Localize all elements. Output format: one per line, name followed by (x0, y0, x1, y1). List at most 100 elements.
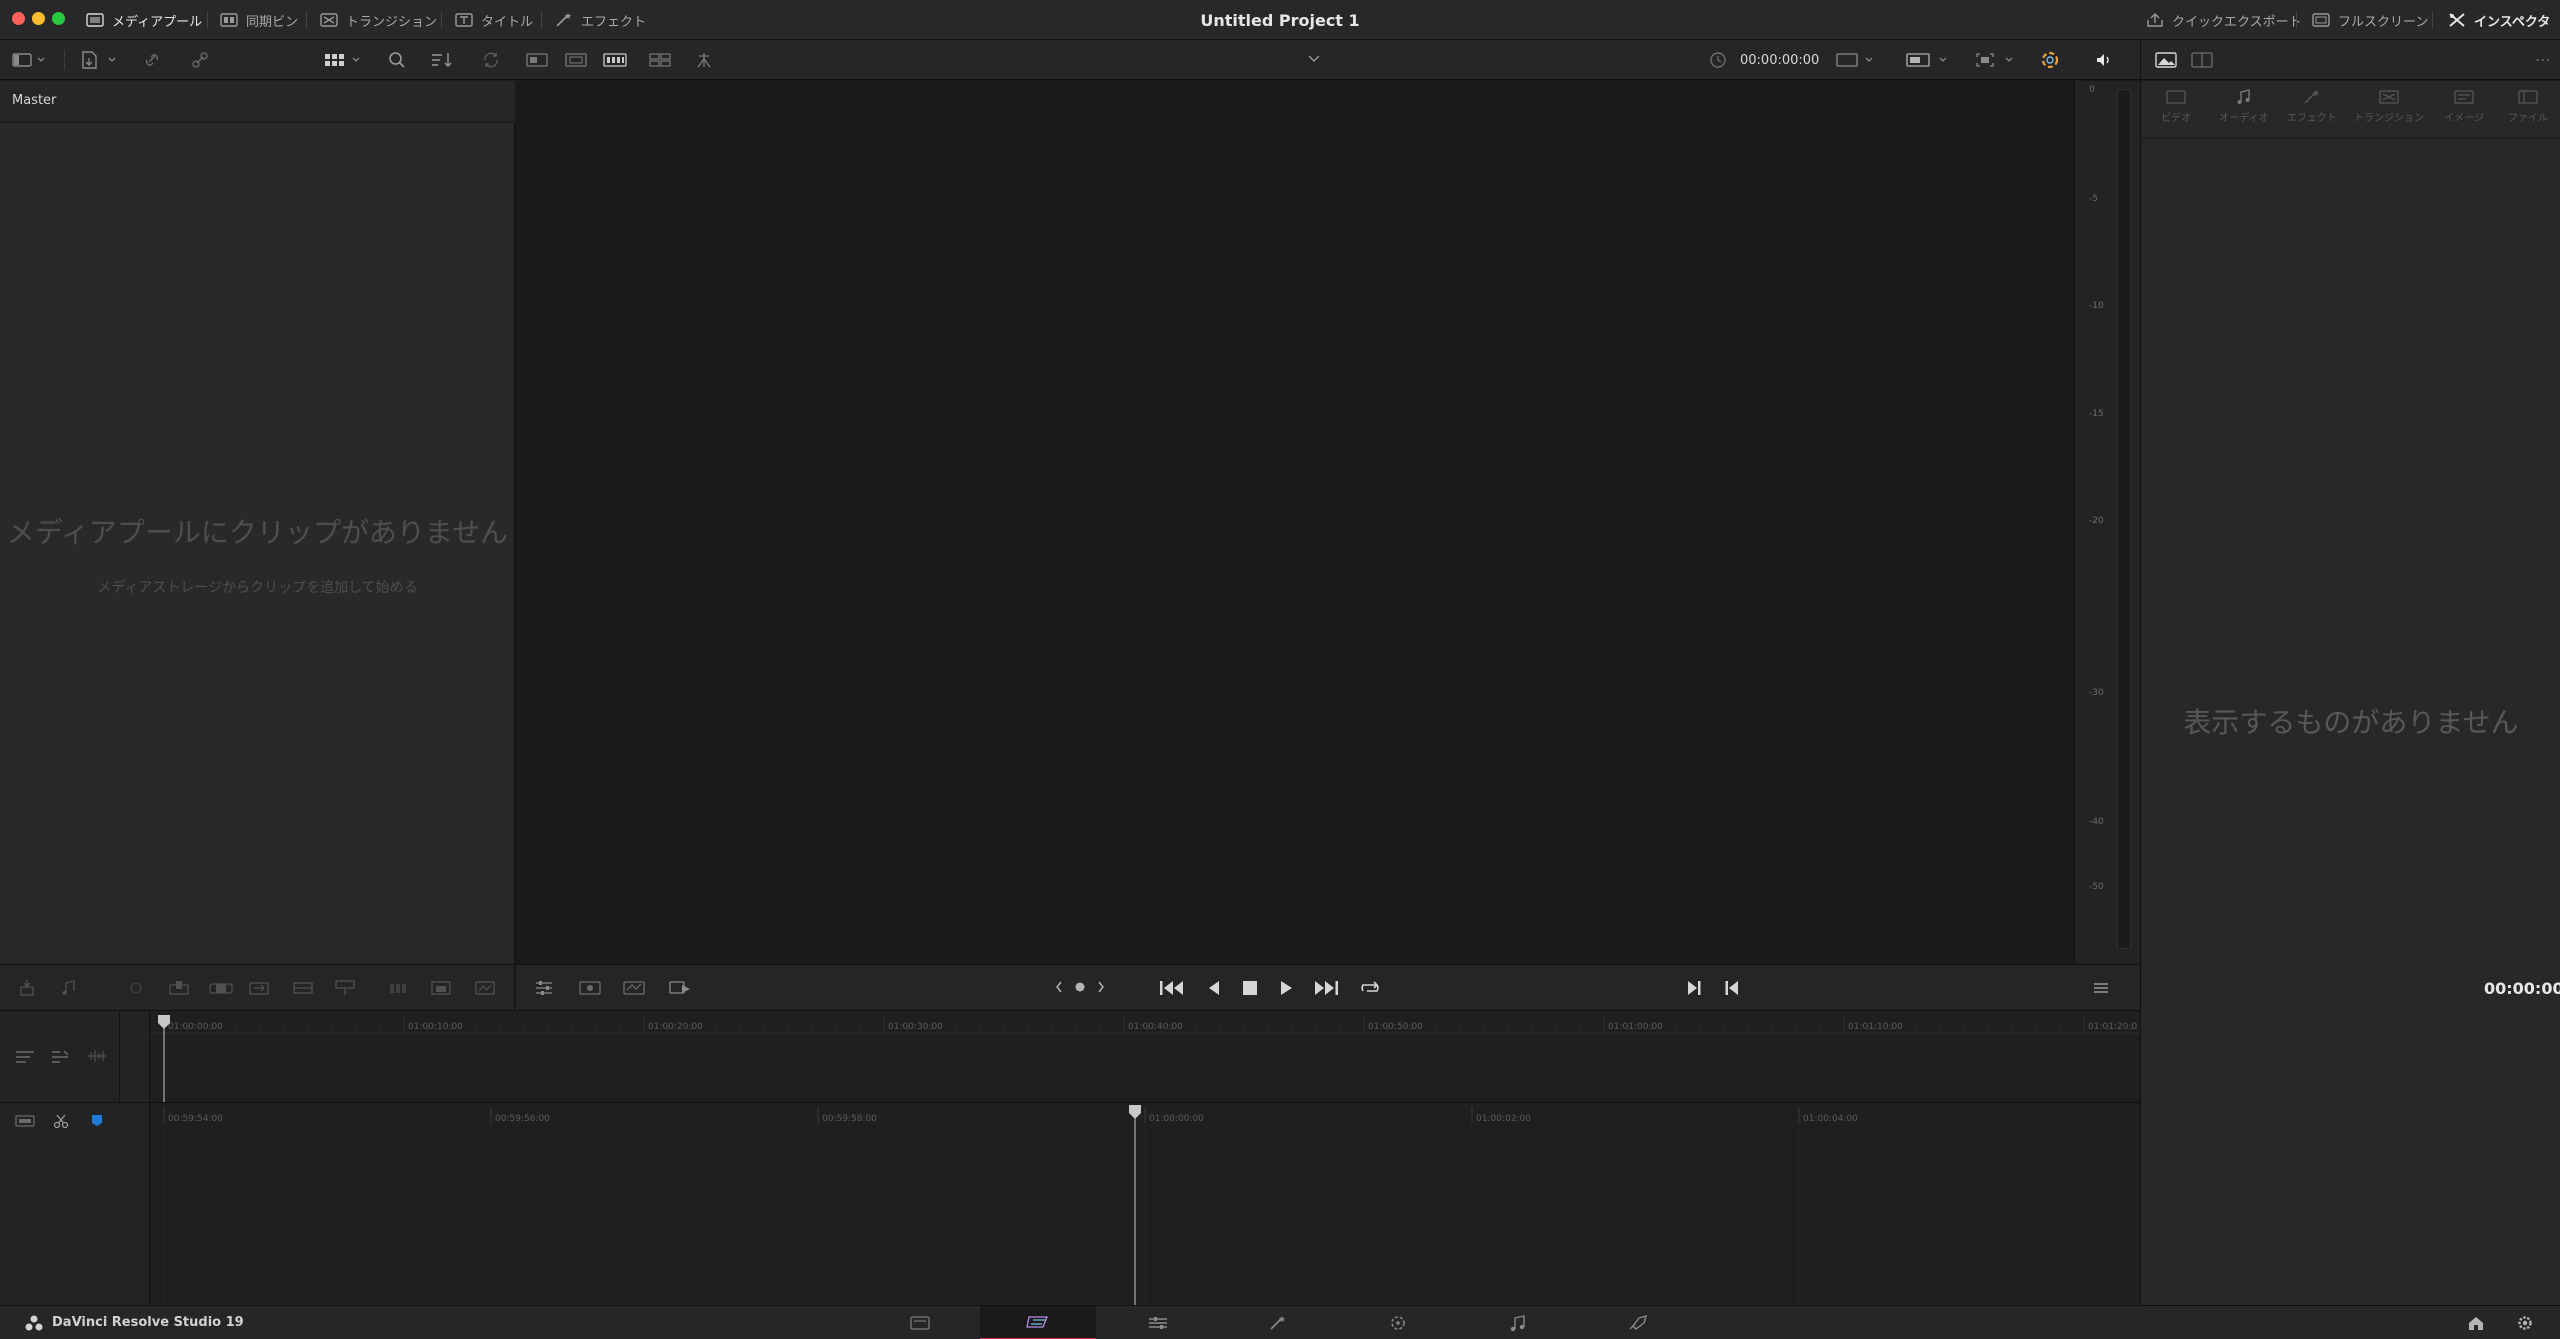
meter-label-50: -50 (2089, 882, 2104, 892)
quick-export-button[interactable]: クイックエクスポート (2146, 0, 2302, 40)
inspector-split-icon[interactable] (2191, 51, 2213, 69)
lower-timeline-ruler[interactable]: 00:59:54:00 00:59:56:00 00:59:58:00 01:00:0… (150, 1103, 2140, 1306)
mark-out-icon[interactable] (1722, 978, 1742, 998)
sync-icon[interactable] (482, 51, 500, 69)
scissors-icon[interactable] (52, 1113, 70, 1129)
divider (541, 12, 542, 28)
relink-clips-icon[interactable] (142, 51, 162, 69)
inspector-tab-effects[interactable]: エフェクト (2277, 89, 2347, 124)
play-reverse-icon[interactable] (1204, 978, 1224, 998)
speaker-icon[interactable] (2095, 52, 2113, 68)
playhead-handle[interactable] (1129, 1105, 1141, 1119)
page-fusion[interactable] (1220, 1306, 1336, 1339)
previous-marker-icon[interactable] (1054, 979, 1064, 995)
append-clip-icon[interactable] (18, 979, 36, 997)
inspector-tab-audio[interactable]: オーディオ (2209, 89, 2279, 124)
minimize-window-button[interactable] (32, 12, 45, 25)
inspector-image-icon[interactable] (2155, 51, 2177, 69)
link-clips-icon[interactable] (190, 51, 210, 69)
page-color[interactable] (1340, 1306, 1456, 1339)
play-icon[interactable] (1276, 978, 1296, 998)
import-media-icon[interactable] (80, 51, 120, 69)
lower-timeline[interactable]: 00:59:54:00 00:59:56:00 00:59:58:00 01:00:0… (150, 1102, 2140, 1306)
timeline-options-icon[interactable] (14, 1047, 36, 1065)
ripple-overwrite-icon[interactable] (388, 979, 410, 997)
marker-dot-icon[interactable] (1074, 979, 1086, 995)
grid-view-icon[interactable] (324, 52, 362, 68)
tab-effects[interactable]: エフェクト (555, 0, 646, 40)
stop-icon[interactable] (1240, 978, 1260, 998)
page-media[interactable] (862, 1306, 978, 1339)
go-to-end-icon[interactable] (1312, 978, 1340, 998)
ruler-label: 00:59:56:00 (495, 1114, 550, 1124)
sidebar-toggle-icon[interactable] (12, 52, 46, 68)
page-fairlight[interactable] (1460, 1306, 1576, 1339)
zoom-fit-icon[interactable] (50, 1047, 72, 1065)
page-edit[interactable] (1100, 1306, 1216, 1339)
multicam-icon[interactable] (648, 52, 672, 68)
tab-media-pool[interactable]: メディアプール (86, 0, 202, 40)
source-overwrite-icon[interactable] (474, 979, 496, 997)
aspect-ratio-icon[interactable] (1836, 52, 1876, 68)
audio-waveform-icon[interactable] (86, 1047, 108, 1065)
source-tape-icon[interactable] (565, 52, 587, 68)
source-clip-icon[interactable] (526, 52, 548, 68)
mark-in-icon[interactable] (1684, 978, 1704, 998)
play-preview-icon[interactable] (668, 979, 692, 997)
ruler-label: 01:00:50:00 (1368, 1022, 1423, 1032)
resolution-icon[interactable] (1906, 52, 1950, 68)
audio-append-icon[interactable] (60, 979, 78, 997)
inspector-empty-message: 表示するものがありません (2183, 706, 2519, 739)
upper-timeline[interactable]: 01:00:00:00 01:00:10:00 01:00:20:00 01:00:3… (150, 1010, 2140, 1103)
meter-label-40: -40 (2089, 817, 2104, 827)
replace-clip-icon[interactable] (248, 979, 270, 997)
bin-name[interactable]: Master (12, 93, 56, 108)
fit-to-fill-icon[interactable] (292, 979, 314, 997)
place-on-top-icon[interactable] (334, 979, 356, 997)
media-pool-icon (86, 13, 104, 27)
adjustments-icon[interactable] (534, 979, 554, 997)
loop-icon[interactable] (1358, 978, 1382, 998)
go-to-start-icon[interactable] (1158, 978, 1186, 998)
next-marker-icon[interactable] (1096, 979, 1106, 995)
viewer-canvas[interactable] (516, 81, 2074, 964)
media-pool-empty-title: メディアプールにクリップがありません (6, 516, 509, 549)
timeline-view-icon[interactable] (603, 52, 627, 68)
maximize-window-button[interactable] (52, 12, 65, 25)
home-icon[interactable] (2466, 1314, 2486, 1332)
inspector-button[interactable]: インスペクタ (2448, 0, 2550, 40)
inspector-tab-file[interactable]: ファイル (2493, 89, 2560, 124)
transport-bar: 00:00:00:00 (516, 964, 2560, 1010)
safe-area-icon[interactable] (694, 51, 714, 69)
page-cut[interactable] (980, 1306, 1096, 1339)
ruler-label: 01:01:20:0 (2088, 1022, 2137, 1032)
close-up-icon[interactable] (430, 979, 452, 997)
inspector-tab-image[interactable]: イメージ (2429, 89, 2499, 124)
page-deliver[interactable] (1580, 1306, 1696, 1339)
viewer-menu-chevron-icon[interactable] (1307, 54, 1321, 64)
close-window-button[interactable] (12, 12, 25, 25)
insert-clip-icon[interactable] (168, 979, 190, 997)
hamburger-menu-icon[interactable] (2092, 979, 2110, 997)
scopes-icon[interactable] (622, 979, 646, 997)
color-wheel-icon[interactable] (2040, 50, 2060, 70)
more-options-icon[interactable]: ⋯ (2535, 50, 2551, 69)
tab-sync-bin[interactable]: 同期ビン (220, 0, 298, 40)
upper-timeline-ruler[interactable]: 01:00:00:00 01:00:10:00 01:00:20:00 01:00:3… (150, 1011, 2140, 1103)
settings-gear-icon[interactable] (2516, 1314, 2534, 1332)
search-icon[interactable] (388, 51, 406, 69)
tab-titles[interactable]: タイトル (455, 0, 533, 40)
transform-icon[interactable] (1974, 51, 2018, 69)
meter-label-10: -10 (2089, 301, 2104, 311)
track-video-icon[interactable] (14, 1113, 36, 1129)
sort-icon[interactable] (430, 51, 454, 69)
flag-icon[interactable] (90, 1113, 104, 1129)
viewer-overlay-icon[interactable] (578, 979, 602, 997)
inspector-tab-video[interactable]: ビデオ (2141, 89, 2211, 124)
timecode-clock-icon[interactable] (1708, 51, 1728, 69)
inspector-tab-transition[interactable]: トランジション (2349, 89, 2429, 124)
overwrite-clip-icon[interactable] (208, 979, 234, 997)
tab-transitions[interactable]: トランジション (320, 0, 437, 40)
smart-insert-icon[interactable] (128, 979, 144, 997)
fullscreen-button[interactable]: フルスクリーン (2312, 0, 2428, 40)
